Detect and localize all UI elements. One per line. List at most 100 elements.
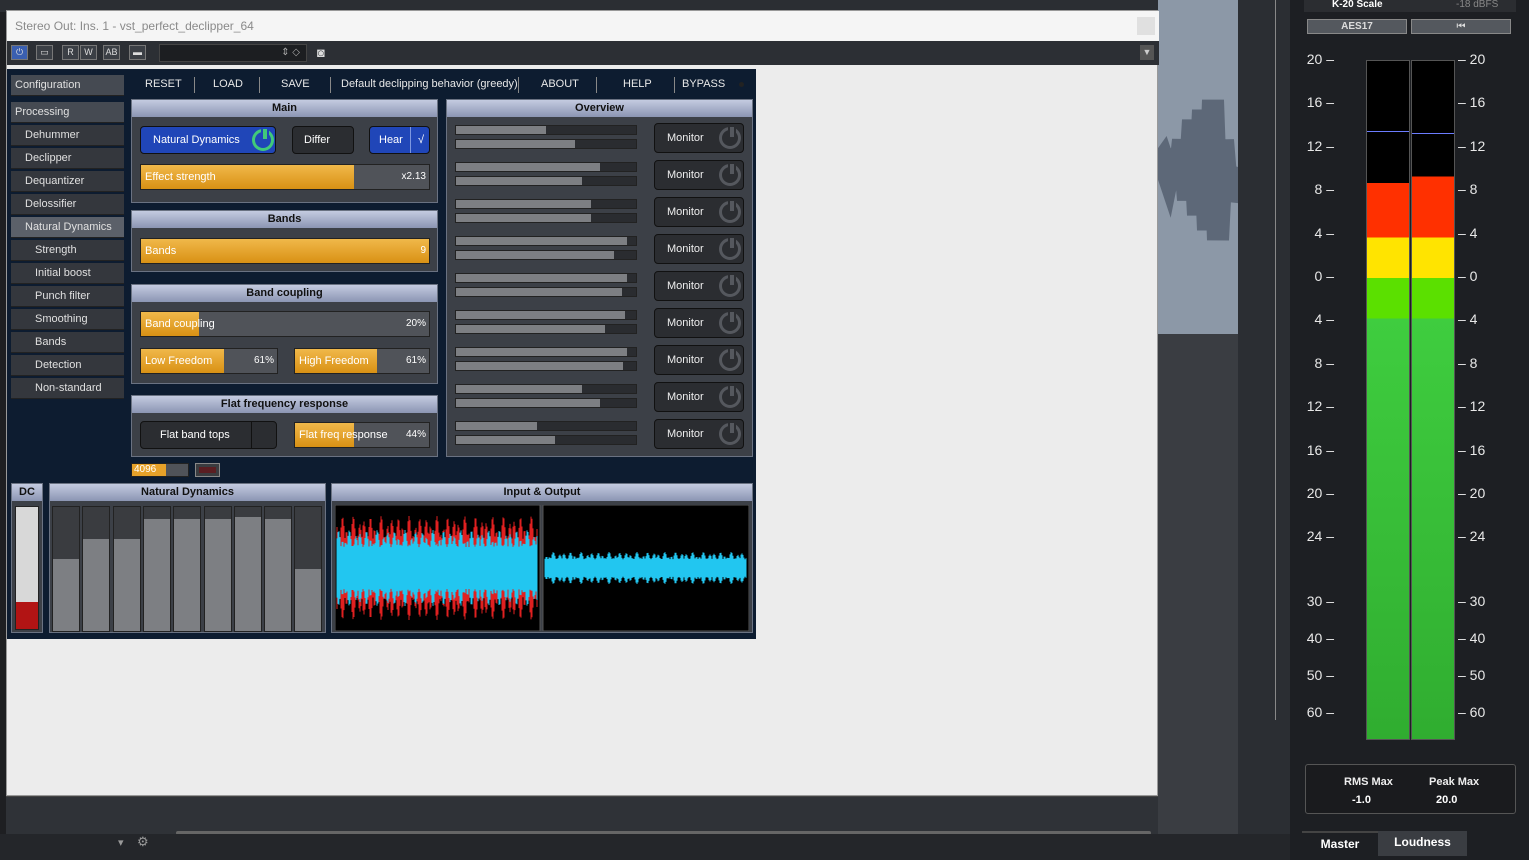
preset-selector[interactable]: ⇕ ◇ [159,44,307,62]
overview-band-meter [455,347,637,357]
overview-band-meter [455,199,637,209]
meter-tick-label: 16 – [1306,442,1334,458]
band-coupling-slider[interactable]: Band coupling 20% [140,311,430,337]
natural-dynamics-band-bar [112,506,141,632]
level-meter-panel: K-20 Scale -18 dBFS AES17 ⏮ 20 – – 20 16 –… [1290,0,1529,860]
monitor-button[interactable]: Monitor [654,419,744,449]
low-freedom-slider[interactable]: Low Freedom 61% [140,348,278,374]
hear-check-icon: √ [410,127,424,153]
sidebar-item-detection[interactable]: Detection [11,355,124,376]
overview-band-meter [455,384,637,394]
power-icon[interactable]: ⏻ [11,45,28,60]
chevron-down-icon[interactable]: ▾ [118,836,124,849]
monitor-button[interactable]: Monitor [654,382,744,412]
aes17-button[interactable]: AES17 [1307,19,1407,34]
preset-name[interactable]: Default declipping behavior (greedy) [341,71,517,97]
gear-icon[interactable]: ⚙ [137,834,149,850]
bands-panel: Bands Bands 9 [131,210,438,272]
meter-tick-label: – 20 [1458,485,1486,501]
sidebar-item-declipper[interactable]: Declipper [11,148,124,169]
menu-icon[interactable]: ▬ [129,45,146,60]
band-coupling-label: Band coupling [145,318,215,330]
vertical-scrollbar[interactable] [1238,0,1290,834]
rms-max-value: -1.0 [1352,794,1371,806]
meter-tick-label: – 40 [1458,630,1486,646]
bands-slider-label: Bands [145,245,177,257]
help-button[interactable]: HELP [623,71,652,97]
monitor-button[interactable]: Monitor [654,123,744,153]
sidebar-item-dehummer[interactable]: Dehummer [11,125,124,146]
high-freedom-slider[interactable]: High Freedom 61% [294,348,430,374]
dropdown-arrow-icon[interactable]: ▼ [1140,45,1154,60]
flat-freq-response-slider[interactable]: Flat freq response 44% [294,422,430,448]
camera-icon[interactable]: ◙ [317,45,325,60]
monitor-label: Monitor [667,428,704,440]
timeline-ruler[interactable] [6,796,1158,835]
buffer-slider[interactable]: 4096 [131,463,189,477]
high-freedom-label: High Freedom [299,355,369,367]
natural-dynamics-label: Natural Dynamics [153,134,240,146]
band-coupling-panel: Band coupling Band coupling 20% Low Free… [131,284,438,384]
natural-dynamics-band-bar [233,506,262,632]
meter-tick-label: – 0 [1458,268,1478,284]
sidebar-item-strength[interactable]: Strength [11,240,124,261]
hear-toggle[interactable]: Hear √ [369,126,430,154]
skip-back-icon[interactable]: ⏮ [1411,19,1511,34]
meter-tick-label: 8 – [1314,181,1334,197]
input-output-waveforms [335,505,749,631]
close-button[interactable] [1137,17,1155,35]
monitor-label: Monitor [667,317,704,329]
sidebar-item-bands[interactable]: Bands [11,332,124,353]
meter-tick-label: – 4 [1458,311,1478,327]
sidebar-item-smoothing[interactable]: Smoothing [11,309,124,330]
tab-loudness[interactable]: Loudness [1378,831,1467,856]
natural-dynamics-band-bar [203,506,232,632]
differ-toggle[interactable]: Differ [292,126,354,154]
sidebar-item-non-standard[interactable]: Non-standard [11,378,124,399]
meter-tick-label: 12 – [1306,138,1334,154]
natural-dynamics-meter-title: Natural Dynamics [50,484,325,501]
monitor-button[interactable]: Monitor [654,197,744,227]
sidebar-item-initial-boost[interactable]: Initial boost [11,263,124,284]
write-icon[interactable]: W [80,45,97,60]
monitor-button[interactable]: Monitor [654,345,744,375]
sidebar-item-punch-filter[interactable]: Punch filter [11,286,124,307]
monitor-label: Monitor [667,169,704,181]
overview-band-meter [455,310,637,320]
load-button[interactable]: LOAD [213,71,243,97]
sidebar-item-configuration[interactable]: Configuration [11,75,124,96]
power-icon [719,125,741,149]
monitor-button[interactable]: Monitor [654,160,744,190]
effect-strength-slider[interactable]: Effect strength x2.13 [140,164,430,190]
sidebar-item-delossifier[interactable]: Delossifier [11,194,124,215]
sidebar: Configuration Processing Dehummer Declip… [11,75,124,401]
read-icon[interactable]: R [62,45,79,60]
bands-slider-value: 9 [420,245,426,256]
track-waveform[interactable] [1158,0,1238,334]
overview-band-meter [455,287,637,297]
waveform-graphic [1158,99,1238,241]
ab-icon[interactable]: AB [103,45,120,60]
sidebar-item-natural-dynamics[interactable]: Natural Dynamics [11,217,124,238]
meter-tick-label: – 12 [1458,138,1486,154]
monitor-button[interactable]: Monitor [654,234,744,264]
monitor-button[interactable]: Monitor [654,308,744,338]
low-freedom-label: Low Freedom [145,355,213,367]
bands-slider[interactable]: Bands 9 [140,238,430,264]
low-freedom-value: 61% [253,355,274,366]
natural-dynamics-toggle[interactable]: Natural Dynamics [140,126,276,154]
compare-icon[interactable]: ▭ [36,45,53,60]
sidebar-item-processing[interactable]: Processing [11,102,124,123]
monitor-button[interactable]: Monitor [654,271,744,301]
reset-button[interactable]: RESET [145,71,182,97]
save-button[interactable]: SAVE [281,71,310,97]
flat-freq-response-label: Flat freq response [299,429,388,441]
flat-band-tops-toggle[interactable]: Flat band tops [140,421,277,449]
window-title: Stereo Out: Ins. 1 - vst_perfect_declipp… [7,11,1159,41]
tab-master[interactable]: Master [1302,831,1378,856]
about-button[interactable]: ABOUT [541,71,579,97]
sidebar-item-dequantizer[interactable]: Dequantizer [11,171,124,192]
flat-freq-response-value: 44% [405,429,426,440]
bypass-button[interactable]: BYPASS [682,71,725,97]
meter-channel-right [1411,60,1455,740]
